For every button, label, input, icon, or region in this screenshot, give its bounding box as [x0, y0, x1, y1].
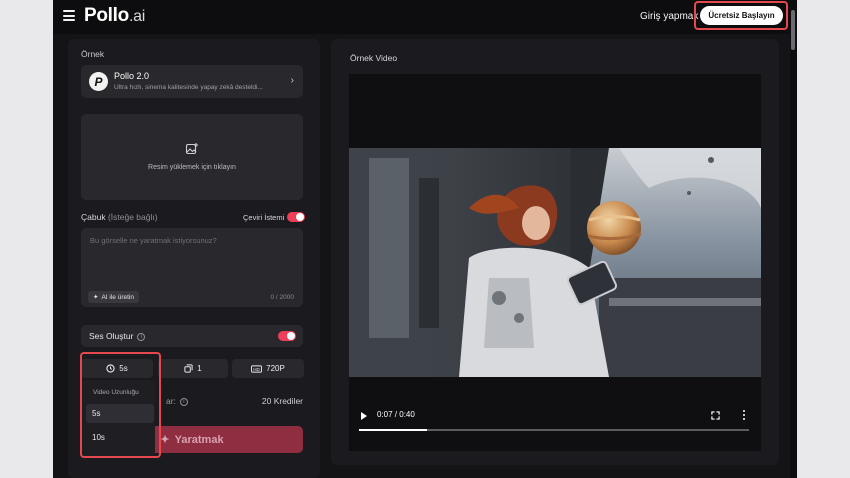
hamburger-menu-icon[interactable]: [63, 10, 75, 21]
play-icon[interactable]: [361, 412, 367, 420]
output-count-value: 1: [197, 364, 202, 373]
prompt-label: Çabuk (İsteğe bağlı): [81, 212, 158, 222]
video-controls: 0:07 / 0:40: [349, 407, 761, 447]
audio-toggle[interactable]: [278, 331, 296, 341]
resolution-value: 720P: [266, 364, 285, 373]
scrollbar-thumb[interactable]: [791, 10, 795, 50]
image-upload-icon: [185, 143, 198, 155]
audio-generation-row: Ses Oluştur i: [81, 325, 303, 347]
sparkle-icon: ✦: [93, 294, 99, 301]
video-time: 0:07 / 0:40: [377, 410, 415, 419]
upload-hint: Resim yüklemek için tıklayın: [148, 164, 236, 171]
output-count-selector[interactable]: 1: [158, 359, 228, 378]
prompt-optional-text: (İsteğe bağlı): [107, 212, 158, 222]
hd-icon: HD: [251, 364, 263, 373]
svg-text:HD: HD: [253, 366, 260, 371]
video-player[interactable]: 0:07 / 0:40: [349, 74, 761, 451]
translate-prompt-label: Çeviri İstemi: [243, 213, 285, 222]
video-progress-fill: [359, 429, 428, 431]
credits-label: ar: i: [166, 396, 188, 406]
info-icon[interactable]: i: [137, 332, 146, 341]
example-video-panel: Örnek Video 0:07 / 0:40: [331, 39, 779, 465]
start-free-button[interactable]: Ücretsiz Başlayın: [700, 6, 783, 25]
duration-highlight-box: [80, 352, 161, 458]
sparkle-icon: ✦: [160, 434, 170, 446]
scrollbar-track[interactable]: [790, 0, 797, 478]
model-description: Ultra hızlı, sinema kalitesinde yapay ze…: [114, 84, 263, 91]
astronaut-video-image: [349, 148, 761, 377]
ai-generate-button[interactable]: ✦ AI ile üretin: [88, 291, 139, 303]
credits-label-text: ar:: [166, 396, 176, 406]
chevron-right-icon: ›: [290, 75, 294, 86]
more-options-icon[interactable]: [743, 410, 745, 420]
video-progress-bar[interactable]: [359, 429, 749, 431]
model-selector[interactable]: P Pollo 2.0 Ultra hızlı, sinema kalitesi…: [81, 65, 303, 98]
logo-suffix: .ai: [128, 8, 145, 25]
audio-label-text: Ses Oluştur: [89, 331, 134, 341]
video-frame: [349, 148, 761, 377]
resolution-selector[interactable]: HD 720P: [232, 359, 304, 378]
example-video-title: Örnek Video: [350, 53, 398, 63]
pollo-model-icon: P: [89, 72, 108, 91]
image-upload-area[interactable]: Resim yüklemek için tıklayın: [81, 114, 303, 200]
character-counter: 0 / 2000: [270, 294, 295, 301]
ai-generate-label: AI ile üretin: [101, 293, 134, 301]
prompt-textarea[interactable]: Bu görselle ne yaratmak istiyorsunuz? ✦ A…: [81, 228, 303, 307]
copies-icon: [184, 364, 193, 373]
model-section-label: Örnek: [81, 49, 105, 59]
login-link[interactable]: Giriş yapmak: [640, 11, 698, 22]
top-bar: Pollo.ai Giriş yapmak Ücretsiz Başlayın: [53, 0, 797, 34]
prompt-placeholder: Bu görselle ne yaratmak istiyorsunuz?: [90, 236, 217, 245]
credits-info-icon[interactable]: i: [179, 397, 188, 406]
prompt-label-text: Çabuk: [81, 212, 106, 222]
logo[interactable]: Pollo.ai: [84, 5, 145, 27]
audio-label: Ses Oluştur i: [89, 331, 146, 341]
translate-toggle[interactable]: [287, 212, 305, 222]
credits-value: 20 Krediler: [261, 396, 303, 406]
model-name: Pollo 2.0: [114, 71, 150, 81]
logo-text: Pollo: [84, 5, 129, 26]
create-button-label: Yaratmak: [174, 433, 224, 446]
fullscreen-icon[interactable]: [711, 411, 720, 420]
app-window: Pollo.ai Giriş yapmak Ücretsiz Başlayın …: [53, 0, 797, 478]
